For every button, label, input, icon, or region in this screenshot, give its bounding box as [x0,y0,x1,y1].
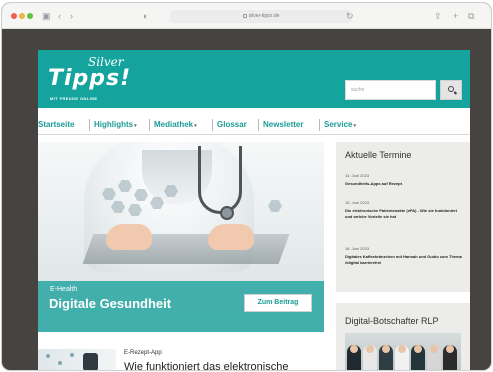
site-header: Silver Tipps! MIT FREUDE ONLINE suche [38,50,470,108]
nav-item-glossar[interactable]: Glossar [217,120,247,130]
browser-window: ▣ ‹ › ◐ silver-tipps.de ↻ ⇪ + ⧉ Silver T… [2,3,491,370]
address-bar-url: silver-tipps.de [248,13,280,19]
zoom-window-button[interactable] [27,13,33,19]
article-thumbnail[interactable] [38,349,116,370]
chevron-down-icon: ▾ [353,123,356,129]
event-title[interactable]: Digitales Kaffeekränzchen mit Hannah und… [345,254,463,266]
minimize-window-button[interactable] [19,13,25,19]
back-icon[interactable]: ‹ [58,10,61,22]
photo-person [395,345,409,370]
nav-item-highlights[interactable]: Highlights▾ [94,120,137,131]
search-button[interactable] [440,80,462,100]
group-photo[interactable] [345,333,461,370]
nav-item-mediathek[interactable]: Mediathek▾ [154,120,197,131]
hexagon-icon [268,200,282,212]
address-bar[interactable]: silver-tipps.de [170,10,352,23]
photo-person [347,345,361,370]
events-card: Aktuelle Termine 14. Juni 2023 Gesundhei… [336,142,470,292]
article-title[interactable]: Wie funktioniert das elektronische [124,361,288,370]
nav-divider [319,119,320,131]
chevron-down-icon: ▾ [134,123,137,129]
event-item[interactable]: 16. Juni 2023 Digitales Kaffeekränzchen … [345,246,463,266]
reload-icon[interactable]: ↻ [346,10,354,22]
read-article-button[interactable]: Zum Beitrag [244,294,312,312]
photo-person [427,345,441,370]
article-kicker: E-Rezept-App [124,350,162,356]
share-icon[interactable]: ⇪ [434,10,442,22]
web-page: Silver Tipps! MIT FREUDE ONLINE suche St… [38,50,470,370]
main-navigation: Startseite Highlights▾ Mediathek▾ Glossa… [38,117,470,135]
stethoscope-disc-graphic [220,206,234,220]
nav-item-newsletter[interactable]: Newsletter [263,120,303,130]
search-icon [448,86,454,92]
event-item[interactable]: 15. Juni 2023 Die elektronische Patiente… [345,200,463,220]
event-item[interactable]: 14. Juni 2023 Gesundheits-Apps auf Rezep… [345,173,463,187]
photo-person [443,345,457,370]
stethoscope-graphic [198,146,242,214]
left-hand-graphic [106,224,152,250]
event-title[interactable]: Die elektronische Patientenakte (ePA) - … [345,208,463,220]
event-date: 14. Juni 2023 [345,173,370,178]
chevron-down-icon: ▾ [194,123,197,129]
forward-icon[interactable]: › [70,10,73,22]
smartphone-icon [83,353,98,370]
browser-titlebar: ▣ ‹ › ◐ silver-tipps.de ↻ ⇪ + ⧉ [2,3,491,29]
nav-divider [212,119,213,131]
search-input[interactable]: suche [345,80,436,100]
event-date: 15. Juni 2023 [345,200,370,205]
sidebar-icon[interactable]: ▣ [42,10,51,22]
close-window-button[interactable] [11,13,17,19]
photo-person [411,345,425,370]
nav-divider [89,119,90,131]
lock-icon [242,13,247,18]
hero-teaser[interactable]: E-Health Digitale Gesundheit Zum Beitrag [38,142,324,332]
hero-title[interactable]: Digitale Gesundheit [49,296,171,311]
event-date: 16. Juni 2023 [345,246,370,251]
shield-icon[interactable]: ◐ [143,10,148,22]
right-hand-graphic [208,224,254,250]
tabs-icon[interactable]: ⧉ [468,10,474,22]
logo-tagline: MIT FREUDE ONLINE [50,96,98,101]
digital-ambassadors-card: Digital-Botschafter RLP [336,303,470,370]
nav-item-service[interactable]: Service▾ [324,120,356,131]
nav-item-startseite[interactable]: Startseite [38,120,74,130]
nav-divider [149,119,150,131]
hero-kicker: E-Health [50,286,78,293]
photo-person [379,345,393,370]
photo-person [363,345,377,370]
nav-divider [258,119,259,131]
event-title[interactable]: Gesundheits-Apps auf Rezept [345,181,463,187]
logo-tipps-text: Tipps! [48,66,132,91]
plus-icon[interactable]: + [453,10,458,22]
events-title: Aktuelle Termine [345,150,412,160]
digital-ambassadors-title: Digital-Botschafter RLP [345,316,439,326]
